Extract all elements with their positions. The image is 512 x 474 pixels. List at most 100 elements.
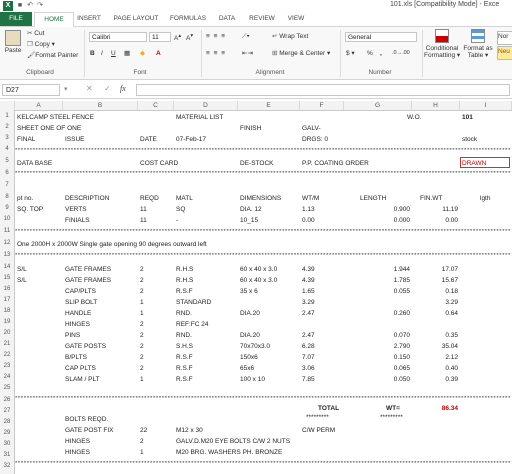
cell-d30[interactable]: M20 BRG. WASHERS PH. BRONZE bbox=[176, 448, 282, 457]
tab-file[interactable]: FILE bbox=[0, 12, 32, 26]
undo-icon[interactable]: ↶ bbox=[26, 2, 34, 10]
cell-d21[interactable]: S.H.S bbox=[176, 342, 193, 351]
row-header[interactable]: 27 bbox=[0, 408, 14, 414]
cell-c14[interactable]: 2 bbox=[140, 265, 144, 274]
cell-c18[interactable]: 1 bbox=[140, 309, 144, 318]
cell-d8[interactable]: MATL bbox=[176, 194, 193, 203]
style-normal[interactable]: Nor bbox=[497, 31, 512, 45]
cell-a1[interactable]: KELCAMP STEEL FENCE bbox=[17, 113, 94, 122]
column-header-g[interactable]: G bbox=[344, 101, 412, 110]
cell-d20[interactable]: RND. bbox=[176, 331, 192, 340]
cell-g18[interactable]: 0.260 bbox=[344, 309, 410, 318]
borders-icon[interactable]: ▦ bbox=[124, 49, 130, 58]
cell-c22[interactable]: 2 bbox=[140, 353, 144, 362]
cell-f17[interactable]: 3.29 bbox=[302, 298, 315, 307]
cell-b27[interactable]: BOLTS REQD. bbox=[65, 415, 108, 424]
row-header[interactable]: 2 bbox=[0, 124, 14, 130]
cell-b21[interactable]: GATE POSTS bbox=[65, 342, 106, 351]
cell-e16[interactable]: 35 x 6 bbox=[240, 287, 258, 296]
cell-f28[interactable]: C/W PERM bbox=[302, 426, 335, 435]
row-header[interactable]: 3 bbox=[0, 135, 14, 141]
column-header-a[interactable]: A bbox=[15, 101, 63, 110]
cell-c17[interactable]: 1 bbox=[140, 298, 144, 307]
cell-b19[interactable]: HINGES bbox=[65, 320, 90, 329]
cell-d18[interactable]: RND. bbox=[176, 309, 192, 318]
cell-c10[interactable]: 11 bbox=[140, 216, 147, 225]
row-header[interactable]: 18 bbox=[0, 308, 14, 314]
font-size-select[interactable]: 11 bbox=[149, 32, 171, 42]
shrink-font-icon[interactable]: A▾ bbox=[186, 32, 193, 43]
cell-e8[interactable]: DIMENSIONS bbox=[240, 194, 281, 203]
indent-icon[interactable]: ⇤⇥ bbox=[242, 49, 253, 58]
row-header[interactable]: 10 bbox=[0, 216, 14, 222]
row-header[interactable]: 14 bbox=[0, 264, 14, 270]
cell-e22[interactable]: 150x6 bbox=[240, 353, 258, 362]
row-header[interactable]: 23 bbox=[0, 363, 14, 369]
cell-e5[interactable]: DE-STOCK bbox=[240, 159, 273, 168]
cell-f8[interactable]: WT/M bbox=[302, 194, 319, 203]
merge-center-button[interactable]: ⊞ Merge & Center ▾ bbox=[272, 49, 330, 58]
cell-g24[interactable]: 0.050 bbox=[344, 375, 410, 384]
row-header[interactable]: 31 bbox=[0, 452, 14, 458]
conditional-formatting-button[interactable]: Conditional Formatting ▾ bbox=[424, 29, 460, 59]
cell-a15[interactable]: S/L bbox=[17, 276, 27, 285]
number-format-select[interactable]: General bbox=[345, 32, 417, 42]
cut-button[interactable]: ✂ Cut bbox=[27, 29, 44, 38]
cell-b17[interactable]: SLIP BOLT bbox=[65, 298, 97, 307]
tab-formulas[interactable]: FORMULAS bbox=[166, 12, 210, 26]
column-header-d[interactable]: D bbox=[174, 101, 238, 110]
cell-c28[interactable]: 22 bbox=[140, 426, 147, 435]
cell-c30[interactable]: 1 bbox=[140, 448, 144, 457]
cell-c15[interactable]: 2 bbox=[140, 276, 144, 285]
cell-i5[interactable]: DRAWN bbox=[462, 159, 486, 168]
wrap-text-button[interactable]: ↵ Wrap Text bbox=[272, 32, 308, 41]
cell-h15[interactable]: 15.67 bbox=[412, 276, 458, 285]
cell-c20[interactable]: 2 bbox=[140, 331, 144, 340]
cell-h10[interactable]: 0.00 bbox=[412, 216, 458, 225]
tab-page-layout[interactable]: PAGE LAYOUT bbox=[108, 12, 164, 26]
cell-f2[interactable]: GALV- bbox=[302, 124, 321, 133]
row-header[interactable]: 15 bbox=[0, 275, 14, 281]
cell-d29[interactable]: GALV.D.M20 EYE BOLTS C/W 2 NUTS bbox=[176, 437, 290, 446]
cell-c19[interactable]: 2 bbox=[140, 320, 144, 329]
cell-b20[interactable]: PINS bbox=[65, 331, 80, 340]
row-header[interactable]: 9 bbox=[0, 205, 14, 211]
grow-font-icon[interactable]: A▴ bbox=[174, 32, 181, 43]
cell-f21[interactable]: 6.28 bbox=[302, 342, 315, 351]
cell-i3[interactable]: stock bbox=[462, 135, 477, 144]
cell-d22[interactable]: R.S.F bbox=[176, 353, 193, 362]
cell-h16[interactable]: 0.18 bbox=[412, 287, 458, 296]
row-header[interactable]: 5 bbox=[0, 158, 14, 164]
cell-g23[interactable]: 0.065 bbox=[344, 364, 410, 373]
cell-f15[interactable]: 4.39 bbox=[302, 276, 315, 285]
cell-d28[interactable]: M12 x 30 bbox=[176, 426, 203, 435]
cell-g10[interactable]: 0.000 bbox=[344, 216, 410, 225]
cell-b9[interactable]: VERTS bbox=[65, 205, 87, 214]
cell-h20[interactable]: 0.35 bbox=[412, 331, 458, 340]
cell-c3[interactable]: DATE bbox=[140, 135, 157, 144]
tab-review[interactable]: REVIEW bbox=[244, 12, 280, 26]
row-header[interactable]: 1 bbox=[0, 113, 14, 119]
cell-h21[interactable]: 35.04 bbox=[412, 342, 458, 351]
cell-c9[interactable]: 11 bbox=[140, 205, 147, 214]
row-header[interactable]: 21 bbox=[0, 341, 14, 347]
row-header[interactable]: 19 bbox=[0, 319, 14, 325]
cell-e14[interactable]: 60 x 40 x 3.0 bbox=[240, 265, 277, 274]
row-header[interactable]: 20 bbox=[0, 330, 14, 336]
top-align-icon[interactable]: ≡ ≡ ≡ bbox=[206, 32, 226, 41]
cell-e23[interactable]: 65x6 bbox=[240, 364, 254, 373]
cell-a2[interactable]: SHEET ONE OF ONE bbox=[17, 124, 81, 133]
cell-f27[interactable]: ********* bbox=[306, 413, 329, 422]
style-neutral[interactable]: Neu bbox=[497, 46, 512, 60]
cell-b29[interactable]: HINGES bbox=[65, 437, 90, 446]
cell-f10[interactable]: 0.00 bbox=[302, 216, 315, 225]
cell-h8[interactable]: FIN.WT bbox=[420, 194, 442, 203]
cell-f24[interactable]: 7.85 bbox=[302, 375, 315, 384]
cell-a3[interactable]: FINAL bbox=[17, 135, 35, 144]
row-header[interactable]: 17 bbox=[0, 297, 14, 303]
cell-h18[interactable]: 0.64 bbox=[412, 309, 458, 318]
tab-data[interactable]: DATA bbox=[212, 12, 242, 26]
cell-b15[interactable]: GATE FRAMES bbox=[65, 276, 111, 285]
row-header[interactable]: 28 bbox=[0, 419, 14, 425]
cell-b18[interactable]: HANDLE bbox=[65, 309, 91, 318]
